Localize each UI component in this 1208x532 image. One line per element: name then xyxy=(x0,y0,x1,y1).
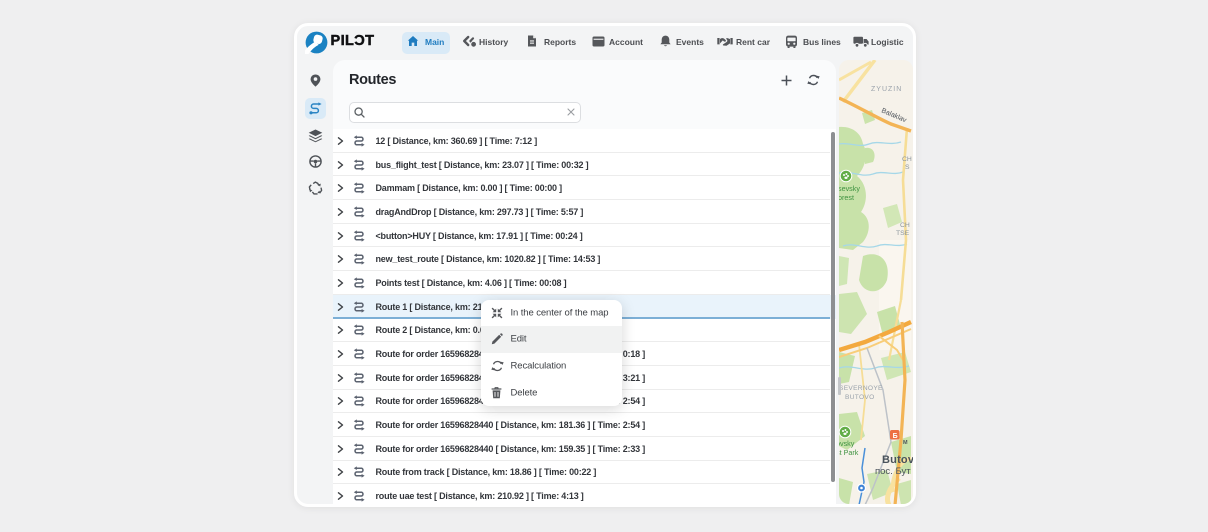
svg-text:ovsky: ovsky xyxy=(839,439,855,448)
svg-text:S: S xyxy=(905,164,910,171)
svg-text:BUTOVO: BUTOVO xyxy=(845,394,875,401)
svg-text:пос. Бут: пос. Бут xyxy=(875,466,911,477)
svg-text:TSE: TSE xyxy=(896,230,910,237)
svg-text:Б: Б xyxy=(892,432,897,439)
svg-text:CH: CH xyxy=(902,156,912,163)
svg-text:CH: CH xyxy=(900,222,910,229)
svg-text:orest: orest xyxy=(839,193,854,202)
svg-text:st Park: st Park xyxy=(839,448,859,457)
svg-text:sevsky: sevsky xyxy=(839,184,860,193)
svg-text:ZYUZIN: ZYUZIN xyxy=(871,86,902,93)
svg-text:M: M xyxy=(903,440,908,446)
svg-text:SEVERNOYE: SEVERNOYE xyxy=(839,385,883,392)
svg-text:Butov: Butov xyxy=(882,454,913,466)
